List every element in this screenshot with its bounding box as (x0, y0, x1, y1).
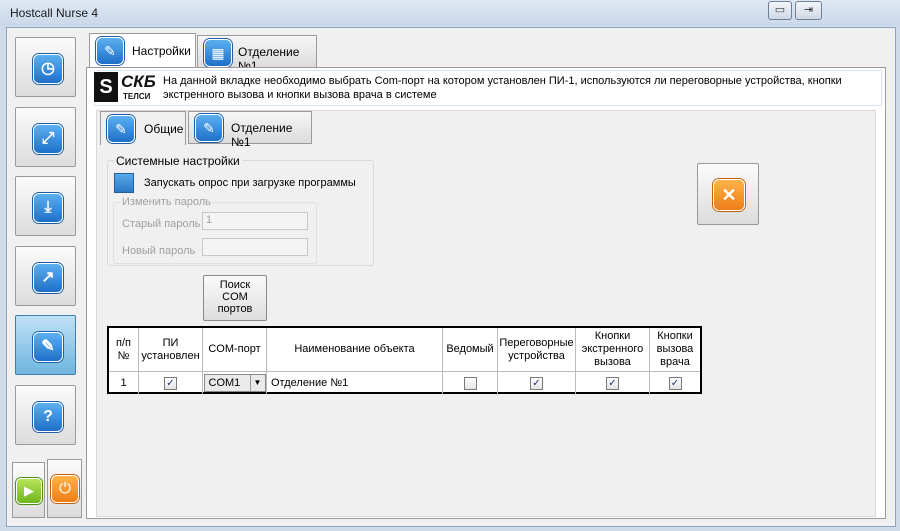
wrench-icon: ✎ (96, 37, 124, 65)
emergency-buttons-checkbox[interactable]: ✓ (606, 376, 619, 390)
wrench-icon: ✎ (33, 332, 63, 362)
info-text: На данной вкладке необходимо выбрать Com… (163, 75, 842, 101)
expand-icon: ⤢ (33, 124, 63, 154)
tab-department-1[interactable]: ▦ Отделение №1 (197, 35, 317, 73)
power-icon: ⏻ (51, 475, 79, 503)
wrench-icon: ✎ (107, 115, 135, 143)
cell-pi: ✓ (139, 372, 203, 394)
chart-icon: ↗ (33, 263, 63, 293)
cell-num: 1 (109, 372, 139, 394)
ports-table: п/п № ПИ установлен COM-порт Наименовани… (107, 326, 702, 394)
sidebar-button-chart[interactable]: ↗ (15, 246, 76, 306)
col-header-emergency: Кнопки экстренного вызова (576, 328, 650, 372)
logo-s-icon: S (94, 72, 118, 102)
cell-slave (443, 372, 498, 394)
com-port-select[interactable]: COM1 ▼ (203, 374, 266, 392)
subtab-department-1[interactable]: ✎ Отделение №1 (188, 111, 312, 149)
close-button[interactable]: ✕ (697, 163, 759, 225)
find-ports-line3: портов (217, 303, 253, 315)
cell-com: COM1 ▼ (203, 372, 267, 394)
old-password-label: Старый пароль (122, 218, 201, 230)
new-password-label: Новый пароль (122, 245, 196, 257)
cell-emergency: ✓ (576, 372, 650, 394)
tab-settings-label: Настройки (132, 44, 191, 58)
new-password-field[interactable] (202, 238, 308, 256)
subtab-department-label: Отделение №1 (231, 121, 293, 149)
doctor-buttons-checkbox[interactable]: ✓ (668, 376, 682, 390)
col-header-pi: ПИ установлен (139, 328, 203, 372)
col-header-intercoms: Переговорные устройства (498, 328, 576, 372)
windows-icon: ▦ (204, 39, 232, 67)
minimize-button[interactable]: ▭ (768, 1, 792, 20)
exit-button[interactable]: ⏻ (47, 459, 82, 518)
wrench-icon: ✎ (195, 114, 223, 142)
sidebar-button-help[interactable]: ? (15, 385, 76, 445)
col-header-doctor: Кнопки вызова врача (650, 328, 700, 372)
subtab-general-label: Общие (144, 122, 184, 136)
system-settings-label: Системные настройки (114, 154, 242, 168)
old-password-field[interactable]: 1 (202, 212, 308, 230)
title-bar (0, 0, 900, 26)
close-icon: ✕ (713, 179, 745, 211)
help-icon: ? (33, 402, 63, 432)
col-header-num: п/п № (109, 328, 139, 372)
play-icon: ▶ (16, 478, 42, 504)
download-icon: ⤓ (33, 193, 63, 223)
sidebar-button-expand[interactable]: ⤢ (15, 107, 76, 167)
sidebar-button-clock[interactable]: ◷ (15, 37, 76, 97)
sidebar-button-download[interactable]: ⤓ (15, 176, 76, 236)
com-port-value: COM1 (208, 377, 241, 389)
start-button[interactable]: ▶ (12, 462, 45, 518)
cell-object-name[interactable]: Отделение №1 (267, 372, 443, 394)
find-ports-line1: Поиск (219, 279, 251, 291)
logo-text: СКБ (121, 72, 156, 91)
cell-intercoms: ✓ (498, 372, 576, 394)
find-ports-line2: COM (222, 291, 248, 303)
change-password-label: Изменить пароль (120, 196, 213, 208)
window-title: Hostcall Nurse 4 (10, 6, 99, 20)
startup-poll-checkbox[interactable] (114, 173, 134, 193)
clock-icon: ◷ (33, 54, 63, 84)
restore-icon: ⇥ (803, 4, 814, 16)
minimize-icon: ▭ (774, 4, 786, 16)
sidebar-button-settings[interactable]: ✎ (15, 315, 76, 375)
slave-checkbox[interactable] (463, 376, 477, 390)
intercoms-checkbox[interactable]: ✓ (530, 376, 543, 390)
pi-installed-checkbox[interactable]: ✓ (164, 376, 177, 390)
subtab-general[interactable]: ✎ Общие (100, 111, 186, 145)
chevron-down-icon[interactable]: ▼ (249, 375, 265, 391)
startup-poll-label: Запускать опрос при загрузке программы (144, 177, 356, 189)
tab-settings[interactable]: ✎ Настройки (89, 33, 196, 67)
col-header-com: COM-порт (203, 328, 267, 372)
cell-doctor: ✓ (650, 372, 700, 394)
col-header-object: Наименование объекта (267, 328, 443, 372)
maximize-button[interactable]: ⇥ (795, 1, 822, 20)
logo-subtext: ТЕЛСИ (123, 92, 151, 101)
find-com-ports-button[interactable]: Поиск COM портов (203, 275, 267, 321)
skb-telsi-logo: S СКБ ТЕЛСИ (94, 72, 156, 102)
col-header-slave: Ведомый (443, 328, 498, 372)
